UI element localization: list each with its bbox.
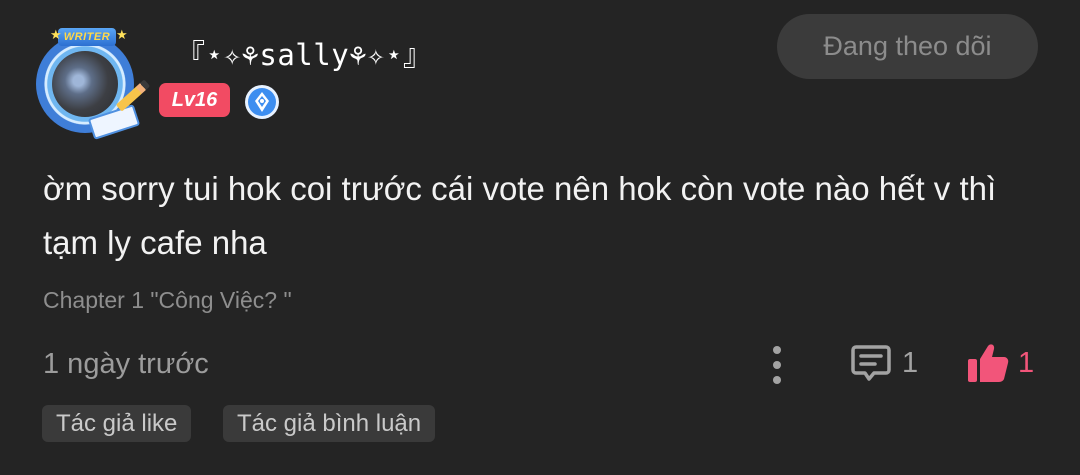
star-icon: ★	[116, 27, 128, 42]
like-count: 1	[1018, 346, 1035, 379]
thumbs-up-icon	[968, 344, 1009, 382]
like-button[interactable]: 1	[966, 340, 1034, 386]
following-button[interactable]: Đang theo dõi	[777, 14, 1038, 79]
level-badge: Lv16	[159, 83, 230, 117]
comment-icon	[851, 345, 891, 381]
more-options-icon[interactable]	[762, 344, 792, 386]
author-commented-tag: Tác giả bình luận	[223, 405, 436, 442]
reply-count: 1	[902, 346, 919, 379]
reply-button[interactable]: 1	[850, 341, 918, 385]
comment-timestamp: 1 ngày trước	[43, 348, 209, 380]
star-icon: ★	[50, 27, 62, 42]
comment-body: ờm sorry tui hok coi trước cái vote nên …	[43, 170, 997, 261]
writer-frame-label: WRITER	[58, 28, 116, 46]
chapter-link[interactable]: Chapter 1 "Công Việc? "	[43, 287, 292, 314]
author-name[interactable]: 『⋆✧⚘︎sally⚘︎✧⋆』	[176, 32, 433, 74]
author-verified-icon	[245, 85, 279, 119]
author-liked-tag: Tác giả like	[42, 405, 192, 442]
avatar-image	[52, 51, 118, 117]
author-avatar[interactable]: WRITER ★ ★	[30, 25, 151, 140]
